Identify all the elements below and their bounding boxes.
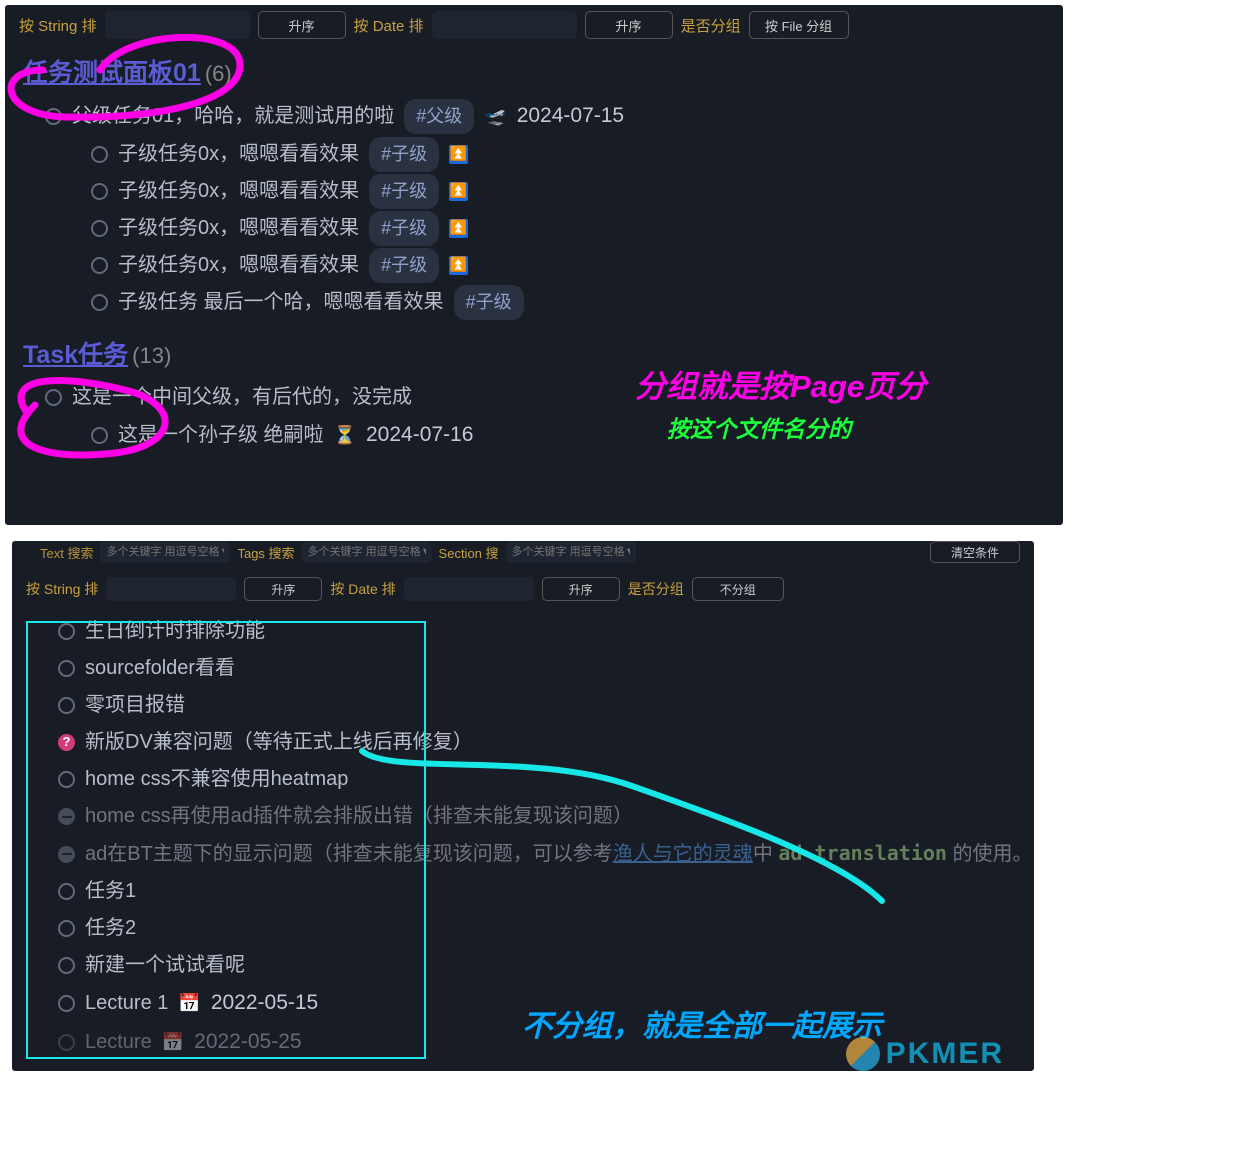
group-count: (13) <box>132 343 171 369</box>
tag-parent[interactable]: #父级 <box>404 99 474 134</box>
task-text: 子级任务0x，嗯嗯看看效果 <box>118 247 359 284</box>
tag-child[interactable]: #子级 <box>454 285 524 320</box>
btn-sort-date-asc[interactable]: 升序 <box>585 11 673 39</box>
search-toolbar-cut: Text 搜索 Tags 搜索 Section 搜 清空条件 <box>12 541 1034 563</box>
toolbar-grouped: 按 String 排 升序 按 Date 排 升序 是否分组 按 File 分组 <box>5 5 1063 45</box>
panel-grouped: 按 String 排 升序 按 Date 排 升序 是否分组 按 File 分组… <box>5 5 1063 525</box>
btn-sort-date-asc[interactable]: 升序 <box>542 577 620 601</box>
label-sort-date: 按 Date 排 <box>330 579 395 599</box>
input-sort-date[interactable] <box>432 11 577 39</box>
tag-child[interactable]: #子级 <box>369 248 439 283</box>
btn-sort-string-asc[interactable]: 升序 <box>258 11 346 39</box>
checkbox-circle-icon[interactable] <box>45 389 62 406</box>
task-date: 2024-07-16 <box>366 416 473 455</box>
input-sort-string[interactable] <box>106 577 236 601</box>
label-tags-search: Tags 搜索 <box>237 543 294 562</box>
task-row-child[interactable]: 子级任务0x，嗯嗯看看效果 #子级 ⏫ <box>23 210 1063 247</box>
task-row-child[interactable]: 子级任务 最后一个哈，嗯嗯看看效果 #子级 <box>23 284 1063 321</box>
checkbox-circle-icon[interactable] <box>91 294 108 311</box>
checkbox-circle-icon[interactable] <box>45 108 62 125</box>
toolbar-flat: 按 String 排 升序 按 Date 排 升序 是否分组 不分组 <box>12 563 1034 607</box>
label-sort-string: 按 String 排 <box>19 15 97 36</box>
code-snippet: ad-translation <box>778 841 947 865</box>
task-row-child[interactable]: 子级任务0x，嗯嗯看看效果 #子级 ⏫ <box>23 173 1063 210</box>
btn-group-by-file[interactable]: 按 File 分组 <box>749 11 849 39</box>
label-group-toggle: 是否分组 <box>628 579 684 599</box>
tag-child[interactable]: #子级 <box>369 211 439 246</box>
tag-child[interactable]: #子级 <box>369 174 439 209</box>
input-text-search[interactable] <box>100 541 230 563</box>
task-text: 子级任务0x，嗯嗯看看效果 <box>118 173 359 210</box>
btn-no-group[interactable]: 不分组 <box>692 577 784 601</box>
input-section-search[interactable] <box>506 541 636 563</box>
task-text: 子级任务0x，嗯嗯看看效果 <box>118 210 359 247</box>
checkbox-circle-icon[interactable] <box>91 183 108 200</box>
task-text: 这是一个孙子级 绝嗣啦 <box>118 417 324 454</box>
annotation-box-icon <box>26 621 426 1059</box>
task-text: 父级任务01，哈哈，就是测试用的啦 <box>72 98 394 135</box>
task-text: 子级任务0x，嗯嗯看看效果 <box>118 136 359 173</box>
label-group-toggle: 是否分组 <box>681 15 741 36</box>
btn-clear-filters[interactable]: 清空条件 <box>930 541 1020 563</box>
checkbox-circle-icon[interactable] <box>91 427 108 444</box>
task-row-sub[interactable]: 这是一个孙子级 绝嗣啦 ⏳ 2024-07-16 <box>23 416 1063 455</box>
checkbox-circle-icon[interactable] <box>91 220 108 237</box>
priority-high-icon: ⏫ <box>449 256 468 275</box>
input-sort-string[interactable] <box>105 11 250 39</box>
watermark: PKMER <box>846 1037 1004 1071</box>
group-title-link[interactable]: 任务测试面板01 <box>23 53 201 89</box>
watermark-logo-icon <box>846 1037 880 1071</box>
task-text: 子级任务 最后一个哈，嗯嗯看看效果 <box>118 284 444 321</box>
reference-link[interactable]: 渔人与它的灵魂 <box>613 843 753 865</box>
panel-flat: Text 搜索 Tags 搜索 Section 搜 清空条件 按 String … <box>12 541 1034 1071</box>
label-sort-string: 按 String 排 <box>26 579 98 599</box>
annotation-text-magenta: 分组就是按Page页分 <box>635 361 926 406</box>
input-tags-search[interactable] <box>302 541 432 563</box>
task-row-parent[interactable]: 父级任务01，哈哈，就是测试用的啦 #父级 🛫 2024-07-15 <box>23 97 1063 136</box>
airplane-icon: 🛫 <box>484 100 506 133</box>
input-sort-date[interactable] <box>404 577 534 601</box>
btn-sort-string-asc[interactable]: 升序 <box>244 577 322 601</box>
priority-high-icon: ⏫ <box>449 145 468 164</box>
annotation-text-blue: 不分组，就是全部一起展示 <box>522 1001 882 1045</box>
label-text-search: Text 搜索 <box>40 543 93 562</box>
priority-high-icon: ⏫ <box>449 182 468 201</box>
task-date: 2024-07-15 <box>517 97 624 136</box>
task-row-child[interactable]: 子级任务0x，嗯嗯看看效果 #子级 ⏫ <box>23 136 1063 173</box>
checkbox-circle-icon[interactable] <box>91 257 108 274</box>
checkbox-circle-icon[interactable] <box>91 146 108 163</box>
label-section-search: Section 搜 <box>439 543 499 562</box>
annotation-text-green: 按这个文件名分的 <box>667 410 851 444</box>
label-sort-date: 按 Date 排 <box>354 15 424 36</box>
group-header-1: 任务测试面板01 (6) <box>23 53 1063 89</box>
task-row-child[interactable]: 子级任务0x，嗯嗯看看效果 #子级 ⏫ <box>23 247 1063 284</box>
tag-child[interactable]: #子级 <box>369 137 439 172</box>
priority-high-icon: ⏫ <box>449 219 468 238</box>
group-count: (6) <box>205 61 232 87</box>
task-text: 这是一个中间父级，有后代的，没完成 <box>72 379 412 416</box>
hourglass-icon: ⏳ <box>334 419 356 452</box>
group-title-link[interactable]: Task任务 <box>23 335 128 371</box>
watermark-text: PKMER <box>886 1037 1004 1071</box>
